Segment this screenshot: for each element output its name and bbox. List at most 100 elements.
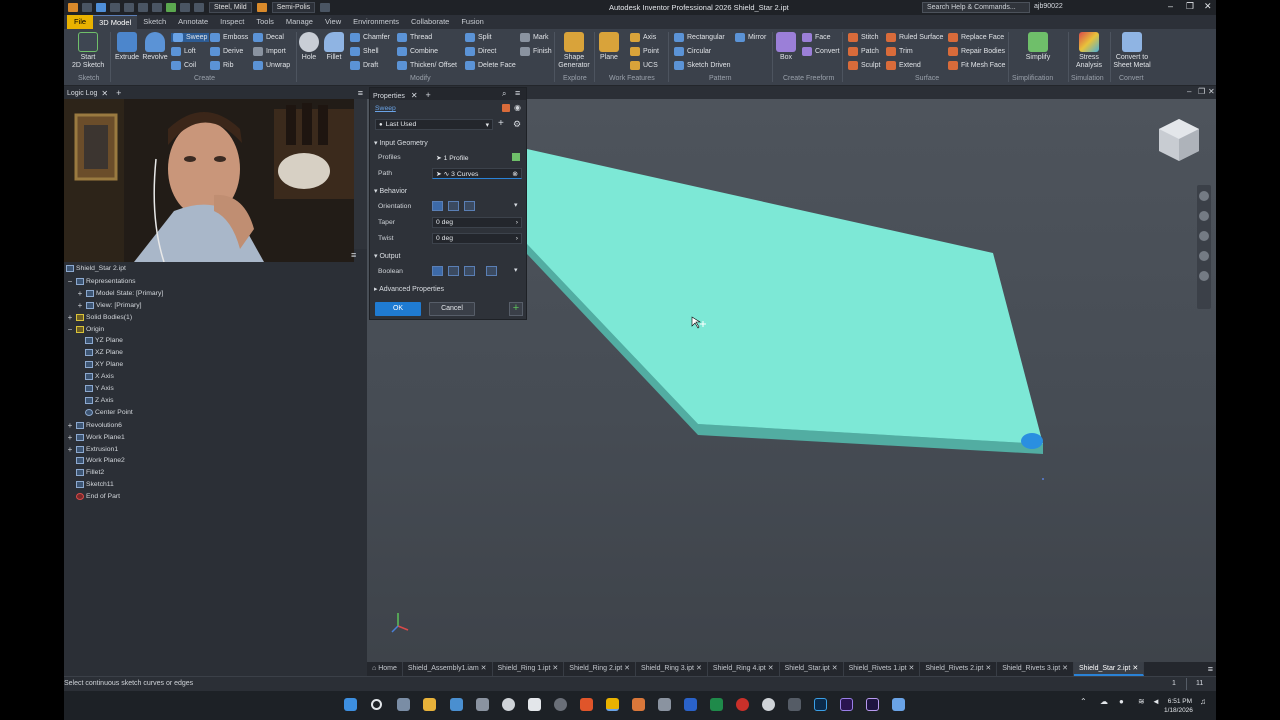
coil-button[interactable]: Coil <box>171 61 196 70</box>
join-icon[interactable] <box>432 266 443 276</box>
draft-button[interactable]: Draft <box>350 61 378 70</box>
sketch-driven-pattern-button[interactable]: Sketch Driven <box>674 61 731 70</box>
viewport-minimize-icon[interactable]: – <box>1187 87 1191 96</box>
notification-bell-icon[interactable]: ♫ <box>1200 697 1206 706</box>
hole-button[interactable]: Hole <box>298 32 320 62</box>
tree-end-of-part[interactable]: End of Part <box>76 493 120 500</box>
trim-button[interactable]: Trim <box>886 47 913 56</box>
path-orientation-icon[interactable] <box>432 201 443 211</box>
app-icon[interactable] <box>658 698 671 711</box>
doc-tab[interactable]: Shield_Star.ipt ✕ <box>780 662 844 676</box>
tab-logic-log[interactable]: Logic Log <box>67 90 97 97</box>
convert-button[interactable]: Convert <box>802 47 840 56</box>
home-icon[interactable] <box>152 3 162 12</box>
stress-analysis-button[interactable]: Stress Analysis <box>1072 32 1106 70</box>
repair-bodies-button[interactable]: Repair Bodies <box>948 47 1005 56</box>
view-cube[interactable] <box>1159 119 1199 161</box>
sculpt-button[interactable]: Sculpt <box>848 61 880 70</box>
close-icon[interactable]: ✕ <box>985 665 991 672</box>
sweep-button[interactable]: Sweep <box>171 33 210 42</box>
undo-icon[interactable] <box>124 3 134 12</box>
tree-solid-bodies[interactable]: + Solid Bodies(1) <box>66 313 132 322</box>
start-sketch-button[interactable]: Start 2D Sketch <box>72 32 104 70</box>
premiere-icon[interactable] <box>840 698 853 711</box>
mark-button[interactable]: Mark <box>520 33 549 42</box>
search-icon[interactable] <box>371 699 382 710</box>
expand-icon[interactable]: + <box>76 301 84 310</box>
shell-button[interactable]: Shell <box>350 47 379 56</box>
rectangular-pattern-button[interactable]: Rectangular <box>674 33 725 42</box>
guide-orientation-icon[interactable] <box>464 201 475 211</box>
wifi-icon[interactable]: ≋ <box>1138 697 1145 706</box>
section-advanced-properties[interactable]: ▸ Advanced Properties <box>374 285 444 293</box>
webcam-scrollbar[interactable] <box>354 99 367 249</box>
material-select[interactable]: Steel, Mild <box>209 2 252 13</box>
close-icon[interactable]: ✕ <box>552 665 558 672</box>
app-icon[interactable] <box>736 698 749 711</box>
file-explorer-icon[interactable] <box>423 698 436 711</box>
microphone-icon[interactable]: ● <box>1119 697 1124 706</box>
browser-root[interactable]: Shield_Star 2.ipt <box>66 265 126 272</box>
redo-icon[interactable] <box>138 3 148 12</box>
close-icon[interactable]: ✕ <box>101 89 108 98</box>
add-preset-icon[interactable]: + <box>498 118 504 129</box>
windows-start-icon[interactable] <box>344 698 357 711</box>
section-behavior[interactable]: ▾ Behavior <box>374 187 407 195</box>
rib-button[interactable]: Rib <box>210 61 234 70</box>
view-face-icon[interactable] <box>1199 271 1209 281</box>
excel-icon[interactable] <box>710 698 723 711</box>
taper-input[interactable]: 0 deg › <box>432 217 522 228</box>
preset-select[interactable]: ● Last Used ▾ <box>375 119 493 130</box>
select-icon[interactable] <box>180 3 190 12</box>
thread-button[interactable]: Thread <box>397 33 432 42</box>
close-icon[interactable]: ✕ <box>768 665 774 672</box>
volume-icon[interactable]: ◄ <box>1152 697 1160 706</box>
zoom-icon[interactable] <box>1199 231 1209 241</box>
doc-tab[interactable]: Shield_Ring 1.ipt ✕ <box>493 662 565 676</box>
unwrap-button[interactable]: Unwrap <box>253 61 290 70</box>
tree-model-state[interactable]: + Model State: [Primary] <box>76 289 164 298</box>
help-search-input[interactable]: Search Help & Commands... <box>922 2 1030 13</box>
gear-icon[interactable]: ⚙ <box>513 119 521 130</box>
expand-icon[interactable]: + <box>66 313 74 322</box>
tree-yz-plane[interactable]: YZ Plane <box>85 337 123 344</box>
fx-icon[interactable] <box>320 3 331 12</box>
fixed-orientation-icon[interactable] <box>448 201 459 211</box>
expand-icon[interactable]: − <box>66 325 74 334</box>
tab-view[interactable]: View <box>319 15 347 29</box>
close-icon[interactable]: ✕ <box>411 91 418 100</box>
settings-icon[interactable] <box>397 698 410 711</box>
thicken-offset-button[interactable]: Thicken/ Offset <box>397 61 457 70</box>
chamfer-button[interactable]: Chamfer <box>350 33 390 42</box>
word-icon[interactable] <box>684 698 697 711</box>
tab-environments[interactable]: Environments <box>347 15 405 29</box>
expand-icon[interactable]: + <box>76 289 84 298</box>
app-icon[interactable] <box>762 698 775 711</box>
photoshop-icon[interactable] <box>814 698 827 711</box>
decal-button[interactable]: Decal <box>253 33 284 42</box>
doc-tab-home[interactable]: ⌂ Home <box>367 662 403 676</box>
tree-representations[interactable]: − Representations <box>66 277 136 286</box>
doc-tab[interactable]: Shield_Assembly1.iam ✕ <box>403 662 493 676</box>
tree-x-axis[interactable]: X Axis <box>85 373 114 380</box>
tree-xz-plane[interactable]: XZ Plane <box>85 349 123 356</box>
steering-wheel-icon[interactable] <box>1199 191 1209 201</box>
section-input-geometry[interactable]: ▾ Input Geometry <box>374 139 428 147</box>
tab-fusion[interactable]: Fusion <box>455 15 490 29</box>
derive-button[interactable]: Derive <box>210 47 243 56</box>
emboss-button[interactable]: Emboss <box>210 33 248 42</box>
tab-inspect[interactable]: Inspect <box>214 15 250 29</box>
loft-button[interactable]: Loft <box>171 47 196 56</box>
delete-face-button[interactable]: Delete Face <box>465 61 516 70</box>
fillet-button[interactable]: Fillet <box>322 32 346 62</box>
doc-tab[interactable]: Shield_Ring 4.ipt ✕ <box>708 662 780 676</box>
tree-z-axis[interactable]: Z Axis <box>85 397 114 404</box>
menu-icon[interactable]: ≡ <box>515 88 520 98</box>
add-tab-icon[interactable]: + <box>116 88 121 98</box>
clock[interactable]: 6:51 PM 1/18/2026 <box>1164 697 1193 715</box>
tree-extrusion1[interactable]: + Extrusion1 <box>66 445 118 454</box>
tree-work-plane2[interactable]: Work Plane2 <box>76 457 125 464</box>
browser-menu-icon[interactable]: ≡ <box>351 250 356 260</box>
chevron-down-icon[interactable]: ▾ <box>514 266 518 274</box>
tab-manage[interactable]: Manage <box>280 15 319 29</box>
